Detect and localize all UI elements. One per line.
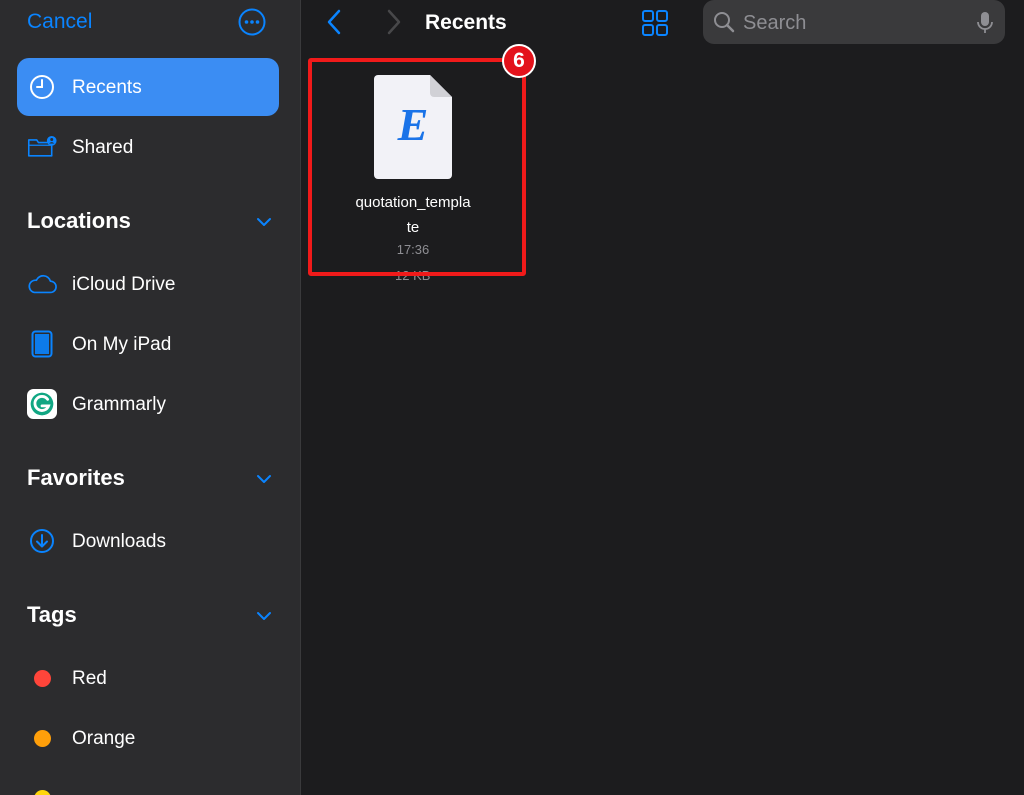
sidebar: Cancel Recents Shared Locations iCloud D…	[0, 0, 301, 795]
ipad-icon	[27, 330, 57, 358]
shared-folder-icon	[27, 133, 57, 161]
search-field[interactable]	[703, 0, 1005, 44]
chevron-down-icon	[256, 471, 272, 489]
sidebar-item-on-my-ipad[interactable]: On My iPad	[17, 315, 279, 373]
sidebar-item-label: iCloud Drive	[72, 274, 176, 295]
sidebar-item-shared[interactable]: Shared	[17, 118, 279, 176]
sidebar-item-downloads[interactable]: Downloads	[17, 512, 279, 570]
chevron-down-icon	[256, 214, 272, 232]
yellow-tag-dot	[33, 789, 51, 795]
search-input[interactable]	[741, 7, 965, 39]
download-circle-icon	[27, 527, 57, 555]
grammarly-icon	[27, 389, 57, 419]
sidebar-item-label: Grammarly	[72, 394, 166, 415]
main-toolbar: Recents	[301, 0, 1024, 46]
section-title: Favorites	[27, 465, 125, 490]
sidebar-item-icloud-drive[interactable]: iCloud Drive	[17, 255, 279, 313]
search-icon	[713, 11, 735, 38]
sidebar-item-tag-red[interactable]: Red	[17, 649, 279, 707]
section-title: Tags	[27, 602, 77, 627]
tags-section-header[interactable]: Tags	[27, 602, 272, 632]
tag-dot-wrapper	[27, 724, 57, 752]
sidebar-item-label: On My iPad	[72, 334, 172, 355]
grid-view-icon[interactable]	[641, 9, 669, 42]
sidebar-item-tag-partial[interactable]	[17, 769, 279, 795]
annotation-step-badge: 6	[502, 44, 536, 78]
forward-chevron-icon[interactable]	[385, 8, 403, 41]
ellipsis-circle-icon[interactable]	[238, 8, 266, 36]
sidebar-item-label: Downloads	[72, 531, 166, 552]
microphone-icon[interactable]	[977, 11, 993, 40]
sidebar-item-label: Red	[72, 668, 107, 689]
sidebar-item-label: Recents	[72, 77, 142, 98]
page-title: Recents	[425, 11, 507, 34]
sidebar-item-tag-orange[interactable]: Orange	[17, 709, 279, 767]
annotation-highlight-box	[308, 58, 526, 276]
tag-dot-wrapper	[27, 784, 57, 795]
sidebar-item-label: Shared	[72, 137, 134, 158]
sidebar-item-label: Orange	[72, 728, 136, 749]
chevron-down-icon	[256, 608, 272, 626]
sidebar-toolbar: Cancel	[0, 0, 300, 46]
tag-dot-wrapper	[27, 664, 57, 692]
cloud-icon	[27, 270, 57, 298]
orange-tag-dot	[33, 729, 51, 747]
red-tag-dot	[33, 669, 51, 687]
sidebar-item-grammarly[interactable]: Grammarly	[17, 375, 279, 433]
cancel-button[interactable]: Cancel	[27, 10, 92, 34]
back-chevron-icon[interactable]	[325, 8, 343, 41]
favorites-section-header[interactable]: Favorites	[27, 465, 272, 495]
sidebar-item-recents[interactable]: Recents	[17, 58, 279, 116]
locations-section-header[interactable]: Locations	[27, 208, 272, 238]
section-title: Locations	[27, 208, 131, 233]
clock-icon	[27, 73, 57, 101]
